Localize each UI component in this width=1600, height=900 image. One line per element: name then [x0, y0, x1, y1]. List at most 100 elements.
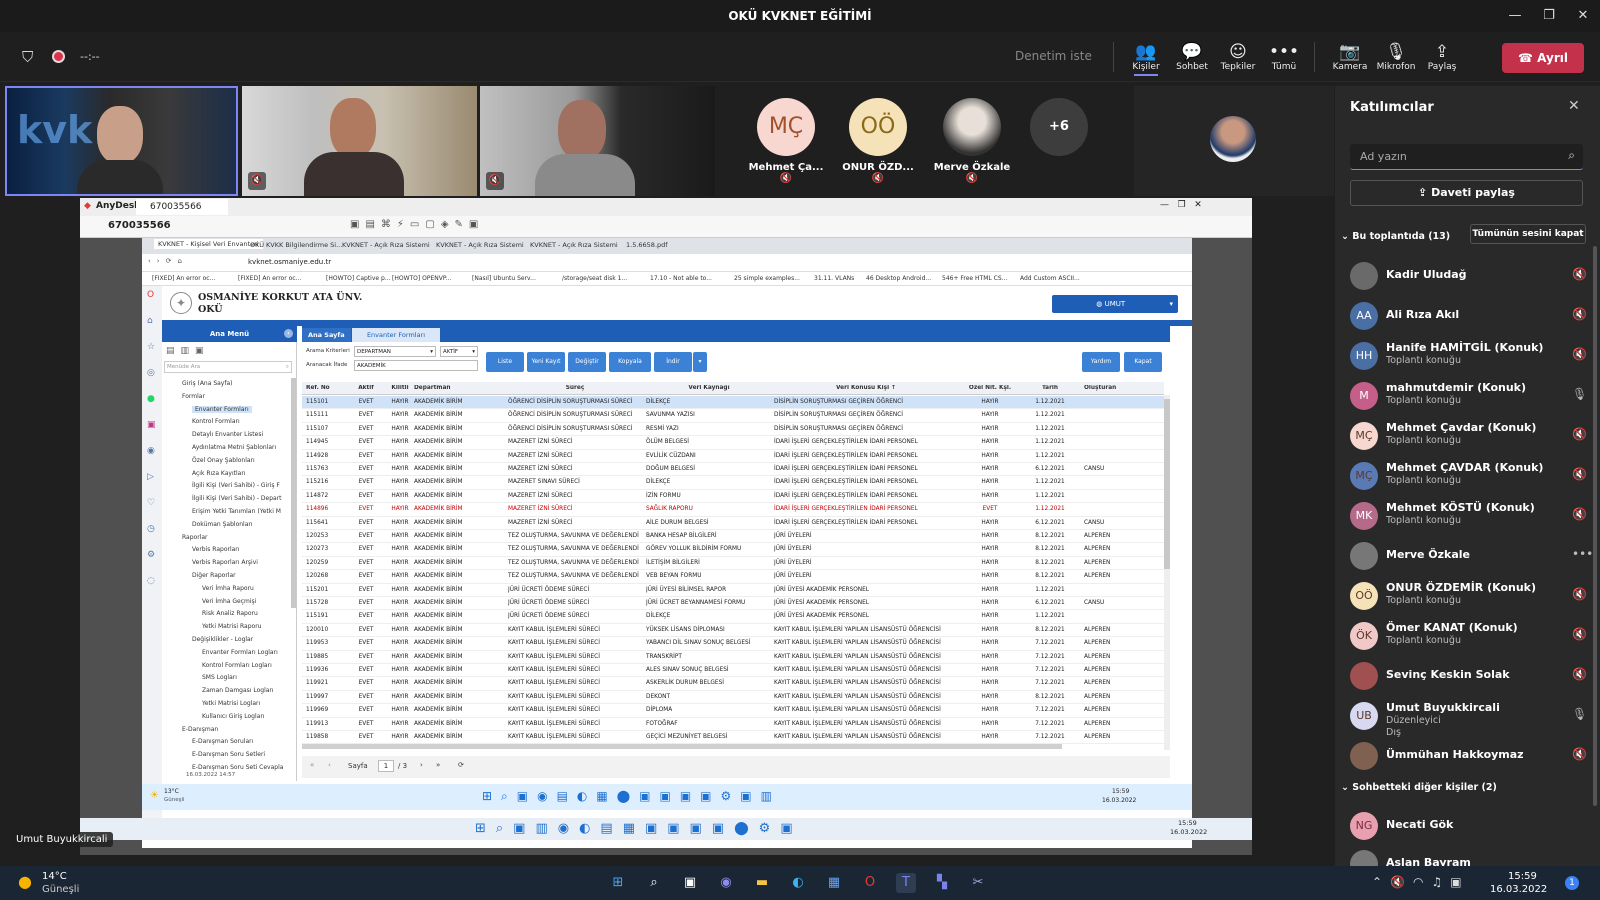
history-icon[interactable]: ◷: [147, 524, 155, 534]
participant-row[interactable]: Merve Özkale •••: [1335, 536, 1600, 576]
close-panel-icon[interactable]: ✕: [1568, 98, 1580, 114]
anydesk-address[interactable]: 670035566: [108, 220, 171, 231]
status-select[interactable]: AKTİF ▾: [440, 346, 478, 357]
menu-item[interactable]: Envanter Formları Logları: [202, 649, 278, 656]
more-participants-tile[interactable]: +6: [1029, 98, 1089, 162]
column-header[interactable]: Ref. No: [306, 385, 344, 391]
home-icon[interactable]: ⌂: [147, 316, 153, 326]
edge-icon[interactable]: ◐: [788, 873, 808, 893]
menu-item[interactable]: Yetki Matrisi Logları: [202, 700, 260, 707]
mic-off-icon[interactable]: 🔇: [1572, 627, 1587, 641]
prev-page-icon[interactable]: ‹: [328, 761, 331, 769]
table-hscrollbar[interactable]: [302, 744, 1062, 749]
anydesk-window-controls[interactable]: — ❐ ✕: [1160, 200, 1202, 210]
panel-scrollbar[interactable]: [1593, 246, 1597, 806]
menu-item[interactable]: Envanter Formları: [192, 405, 252, 413]
mic-off-icon[interactable]: 🔇: [1572, 467, 1587, 481]
avatar-tile-3[interactable]: Merve Özkale 🔇: [926, 98, 1018, 184]
send-icon[interactable]: ▷: [147, 472, 154, 482]
search-input[interactable]: AKADEMİK: [354, 360, 478, 371]
search-participants-input[interactable]: Ad yazın ⌕: [1350, 144, 1583, 170]
criteria-select[interactable]: DEPARTMAN ▾: [354, 346, 436, 357]
collapse-icon[interactable]: ‹: [284, 329, 293, 338]
avatar-tile-2[interactable]: OÖ ONUR ÖZD... 🔇: [836, 98, 920, 184]
mic-on-icon[interactable]: 🎙: [1572, 707, 1587, 721]
participant-row[interactable]: UB Umut Buyukkircali Düzenleyici Dış 🎙: [1335, 696, 1600, 738]
menu-item[interactable]: E-Danışman Soru Setleri: [192, 751, 265, 758]
bookmark[interactable]: [Nasıl] Ubuntu Serv...: [472, 275, 536, 282]
table-row[interactable]: 119936 EVET HAYIR AKADEMİK BİRİM KAYIT KABUL…: [302, 664, 1164, 678]
tab-home[interactable]: Ana Sayfa: [302, 328, 351, 342]
menu-item[interactable]: İlgili Kişi (Veri Sahibi) - Giriş F: [192, 482, 280, 489]
table-row[interactable]: 120268 EVET HAYIR AKADEMİK BİRİM TEZ OLUŞTUR…: [302, 570, 1164, 584]
table-row[interactable]: 115641 EVET HAYIR AKADEMİK BİRİM MAZERET İZN…: [302, 517, 1164, 530]
chat-button[interactable]: 💬 Sohbet: [1169, 42, 1215, 72]
microphone-button[interactable]: 🎙 Mikrofon: [1373, 42, 1419, 72]
table-row[interactable]: 119913 EVET HAYIR AKADEMİK BİRİM KAYIT KABUL…: [302, 718, 1164, 731]
table-row[interactable]: 115216 EVET HAYIR AKADEMİK BİRİM MAZERET SIN…: [302, 476, 1164, 490]
first-page-icon[interactable]: «: [310, 761, 314, 769]
download-dropdown-icon[interactable]: ▾: [693, 352, 707, 372]
menu-item[interactable]: Giriş (Ana Sayfa): [182, 380, 232, 387]
participant-row[interactable]: HH Hanife HAMİTGİL (Konuk) Toplantı konuğu…: [1335, 336, 1600, 376]
table-row[interactable]: 115728 EVET HAYIR AKADEMİK BİRİM JÜRİ ÜCRETİ…: [302, 597, 1164, 611]
mic-off-icon[interactable]: 🔇: [1572, 587, 1587, 601]
participant-row[interactable]: MK Mehmet KÖSTÜ (Konuk) Toplantı konuğu 🔇: [1335, 496, 1600, 536]
table-row[interactable]: 120253 EVET HAYIR AKADEMİK BİRİM TEZ OLUŞTUR…: [302, 530, 1164, 544]
video-tile-presenter[interactable]: kvk: [5, 86, 238, 196]
star-icon[interactable]: ☆: [147, 342, 155, 352]
menu-item[interactable]: E-Danışman Soru Seti Cevapla: [192, 764, 283, 771]
column-header[interactable]: Veri Kaynağı: [646, 385, 772, 391]
column-header[interactable]: Veri Konusu Kişi ↑: [774, 385, 958, 391]
column-header[interactable]: Özel Nit. Kşl.: [962, 385, 1018, 391]
tray-icons[interactable]: ⌃🔇◠♫▣: [1372, 875, 1470, 889]
bookmark[interactable]: [HOWTO] OPENVP...: [392, 275, 451, 282]
bookmark[interactable]: 17.10 - Not able to...: [650, 275, 712, 282]
leave-button[interactable]: ☎ Ayrıl: [1502, 43, 1584, 73]
menu-item[interactable]: Formlar: [182, 393, 205, 400]
table-row[interactable]: 115191 EVET HAYIR AKADEMİK BİRİM JÜRİ ÜCRETİ…: [302, 610, 1164, 624]
menu-item[interactable]: Doküman Şablonları: [192, 521, 253, 528]
browser-tab[interactable]: KVKNET - Açık Rıza Sistemi: [436, 241, 524, 249]
table-row[interactable]: 120010 EVET HAYIR AKADEMİK BİRİM KAYIT KABUL…: [302, 624, 1164, 638]
url-field[interactable]: kvknet.osmaniye.edu.tr: [248, 258, 331, 266]
table-row[interactable]: 114872 EVET HAYIR AKADEMİK BİRİM MAZERET İZN…: [302, 490, 1164, 504]
participant-row[interactable]: MÇ Mehmet Çavdar (Konuk) Toplantı konuğu 🔇: [1335, 416, 1600, 456]
column-header[interactable]: Oluşturan: [1084, 385, 1164, 391]
taskbar-app-icons[interactable]: ⊞⌕▣◉▤◐▦⬤▣▣▣▣⚙▣▥: [482, 789, 781, 804]
menu-item[interactable]: Erişim Yetki Tanımları (Yetki M: [192, 508, 281, 515]
table-scrollbar[interactable]: [1164, 395, 1170, 750]
menu-item[interactable]: Raporlar: [182, 534, 207, 541]
settings-icon[interactable]: ⚙: [147, 550, 155, 560]
minimize-icon[interactable]: —: [1498, 0, 1532, 32]
column-header[interactable]: Kilitli: [388, 385, 412, 391]
next-page-icon[interactable]: ›: [420, 761, 423, 769]
menu-item[interactable]: Açık Rıza Kayıtları: [192, 470, 245, 477]
in-meeting-header[interactable]: ⌄ Bu toplantıda (13): [1341, 231, 1450, 242]
snip-icon[interactable]: ✂: [968, 873, 988, 893]
participant-row[interactable]: Sevinç Keskin Solak 🔇: [1335, 656, 1600, 696]
download-button[interactable]: İndir: [654, 352, 692, 372]
browser-tab[interactable]: 1.5.6658.pdf: [626, 241, 668, 249]
table-row[interactable]: 119858 EVET HAYIR AKADEMİK BİRİM KAYIT KABUL…: [302, 731, 1164, 745]
avatar-tile-1[interactable]: MÇ Mehmet Ça... 🔇: [744, 98, 828, 184]
participant-row[interactable]: Kadir Uludağ 🔇: [1335, 256, 1600, 296]
table-row[interactable]: 119997 EVET HAYIR AKADEMİK BİRİM KAYIT KABUL…: [302, 691, 1164, 705]
help-button[interactable]: Yardım: [1082, 352, 1120, 372]
anydesk-tab[interactable]: 670035566: [136, 199, 228, 215]
table-row[interactable]: 115107 EVET HAYIR AKADEMİK BİRİM ÖĞRENCİ DİS…: [302, 423, 1164, 437]
anydesk-tools-icons[interactable]: ▣▤⌘⚡▭▢◈✎▣: [350, 219, 484, 230]
task-view-icon[interactable]: ▣: [680, 873, 700, 893]
user-menu-button[interactable]: ◍ UMUT ▾: [1052, 295, 1178, 313]
mic-off-icon[interactable]: 🔇: [1572, 267, 1587, 281]
bookmark[interactable]: 31.11. VLANs: [814, 275, 854, 282]
menu-item[interactable]: Zaman Damgası Logları: [202, 687, 274, 694]
mic-off-icon[interactable]: 🔇: [1572, 507, 1587, 521]
last-page-icon[interactable]: »: [436, 761, 440, 769]
column-header[interactable]: Departman: [414, 385, 504, 391]
bookmark[interactable]: [FIXED] An error oc...: [238, 275, 301, 282]
self-view[interactable]: [1134, 86, 1334, 196]
mute-all-button[interactable]: Tümünün sesini kapat: [1470, 224, 1586, 244]
menu-item[interactable]: Detaylı Envanter Listesi: [192, 431, 263, 438]
video-tile-3[interactable]: 🔇: [480, 86, 715, 196]
